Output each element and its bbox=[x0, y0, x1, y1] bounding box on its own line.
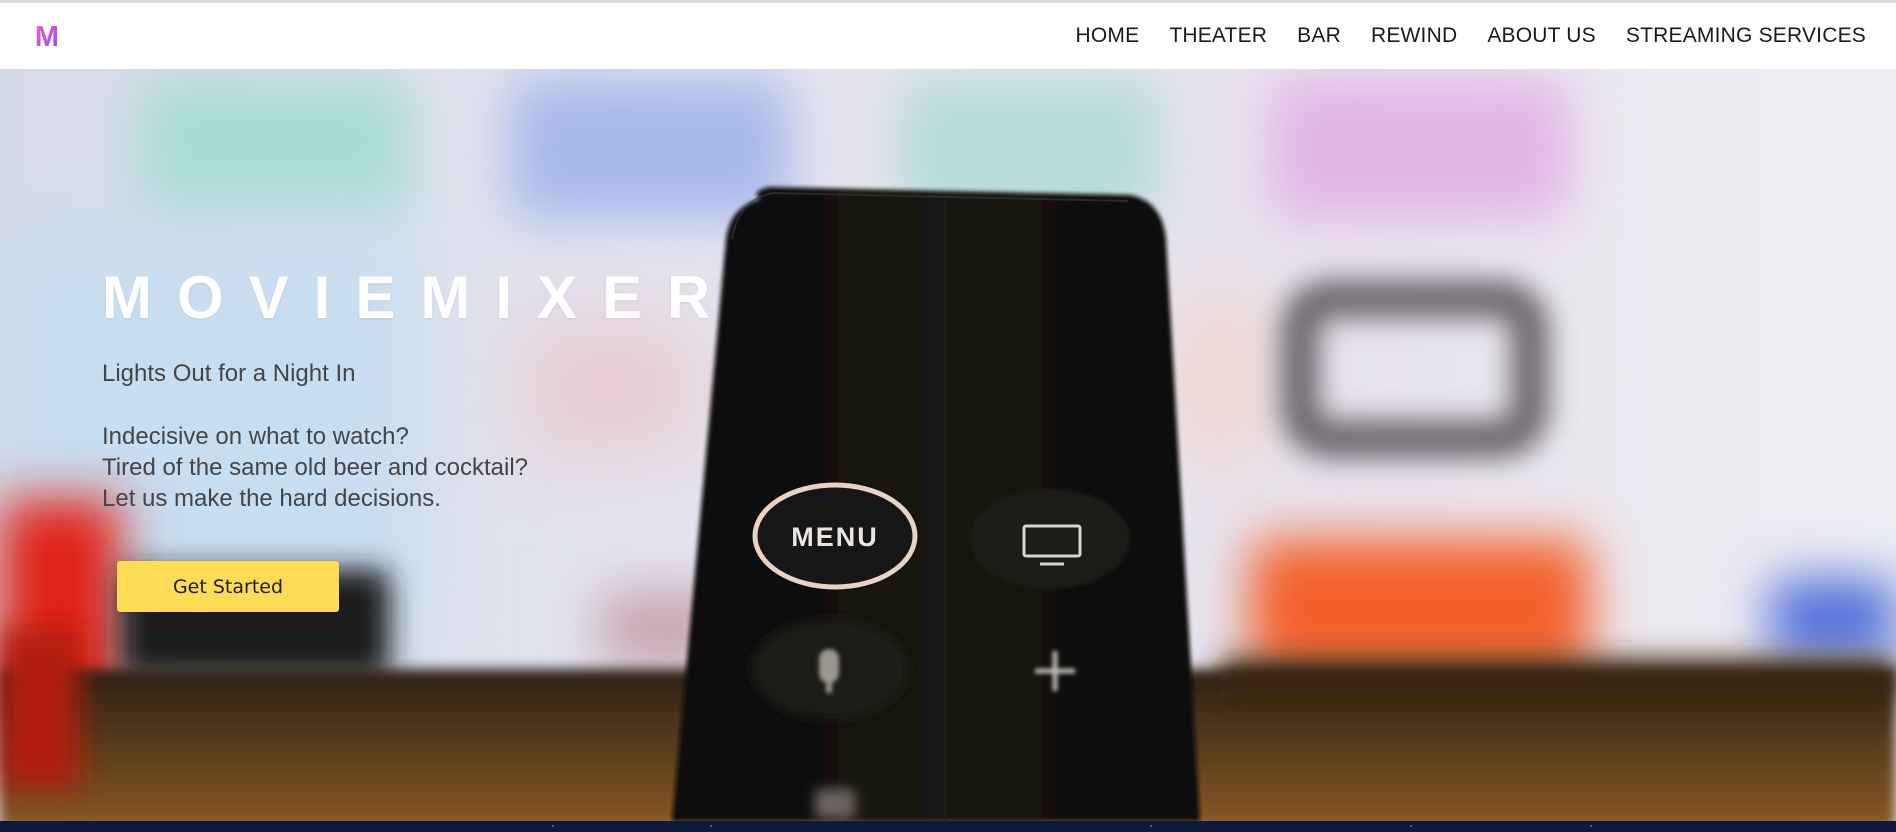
main-nav: HOME THEATER BAR REWIND ABOUT US STREAMI… bbox=[1076, 24, 1867, 48]
nav-item-streaming-services[interactable]: STREAMING SERVICES bbox=[1626, 24, 1866, 48]
logo-icon: M bbox=[35, 21, 59, 51]
menu-button-label: MENU bbox=[791, 522, 879, 552]
blurb-line: Let us make the hard decisions. bbox=[102, 485, 441, 512]
blurb-line: Tired of the same old beer and cocktail? bbox=[102, 454, 529, 481]
band-dot bbox=[710, 825, 712, 827]
blurb-line: Indecisive on what to watch? bbox=[102, 423, 409, 450]
nav-item-bar[interactable]: BAR bbox=[1297, 24, 1341, 48]
navbar: M HOME THEATER BAR REWIND ABOUT US STREA… bbox=[0, 3, 1896, 69]
band-dot bbox=[552, 825, 554, 827]
hero-section: MENU MOVIEMIXER Lights Out for a Night I… bbox=[0, 69, 1896, 821]
logo-letter: M bbox=[35, 21, 59, 51]
get-started-button[interactable]: Get Started bbox=[117, 561, 339, 612]
footer-band bbox=[0, 821, 1896, 832]
nav-item-rewind[interactable]: REWIND bbox=[1371, 24, 1457, 48]
hero-blurb: Indecisive on what to watch? Tired of th… bbox=[102, 421, 722, 514]
band-dot bbox=[1590, 825, 1592, 827]
logo[interactable]: M bbox=[30, 21, 64, 51]
band-dot bbox=[1410, 825, 1412, 827]
hero-tagline: Lights Out for a Night In bbox=[102, 360, 356, 387]
nav-item-about-us[interactable]: ABOUT US bbox=[1487, 24, 1596, 48]
nav-item-home[interactable]: HOME bbox=[1076, 24, 1140, 48]
nav-item-theater[interactable]: THEATER bbox=[1169, 24, 1267, 48]
remote-control-icon: MENU bbox=[672, 187, 1200, 821]
hero-title: MOVIEMIXER bbox=[102, 264, 736, 331]
hero-content: MOVIEMIXER Lights Out for a Night In Ind… bbox=[102, 265, 722, 514]
band-dot bbox=[1150, 825, 1152, 827]
